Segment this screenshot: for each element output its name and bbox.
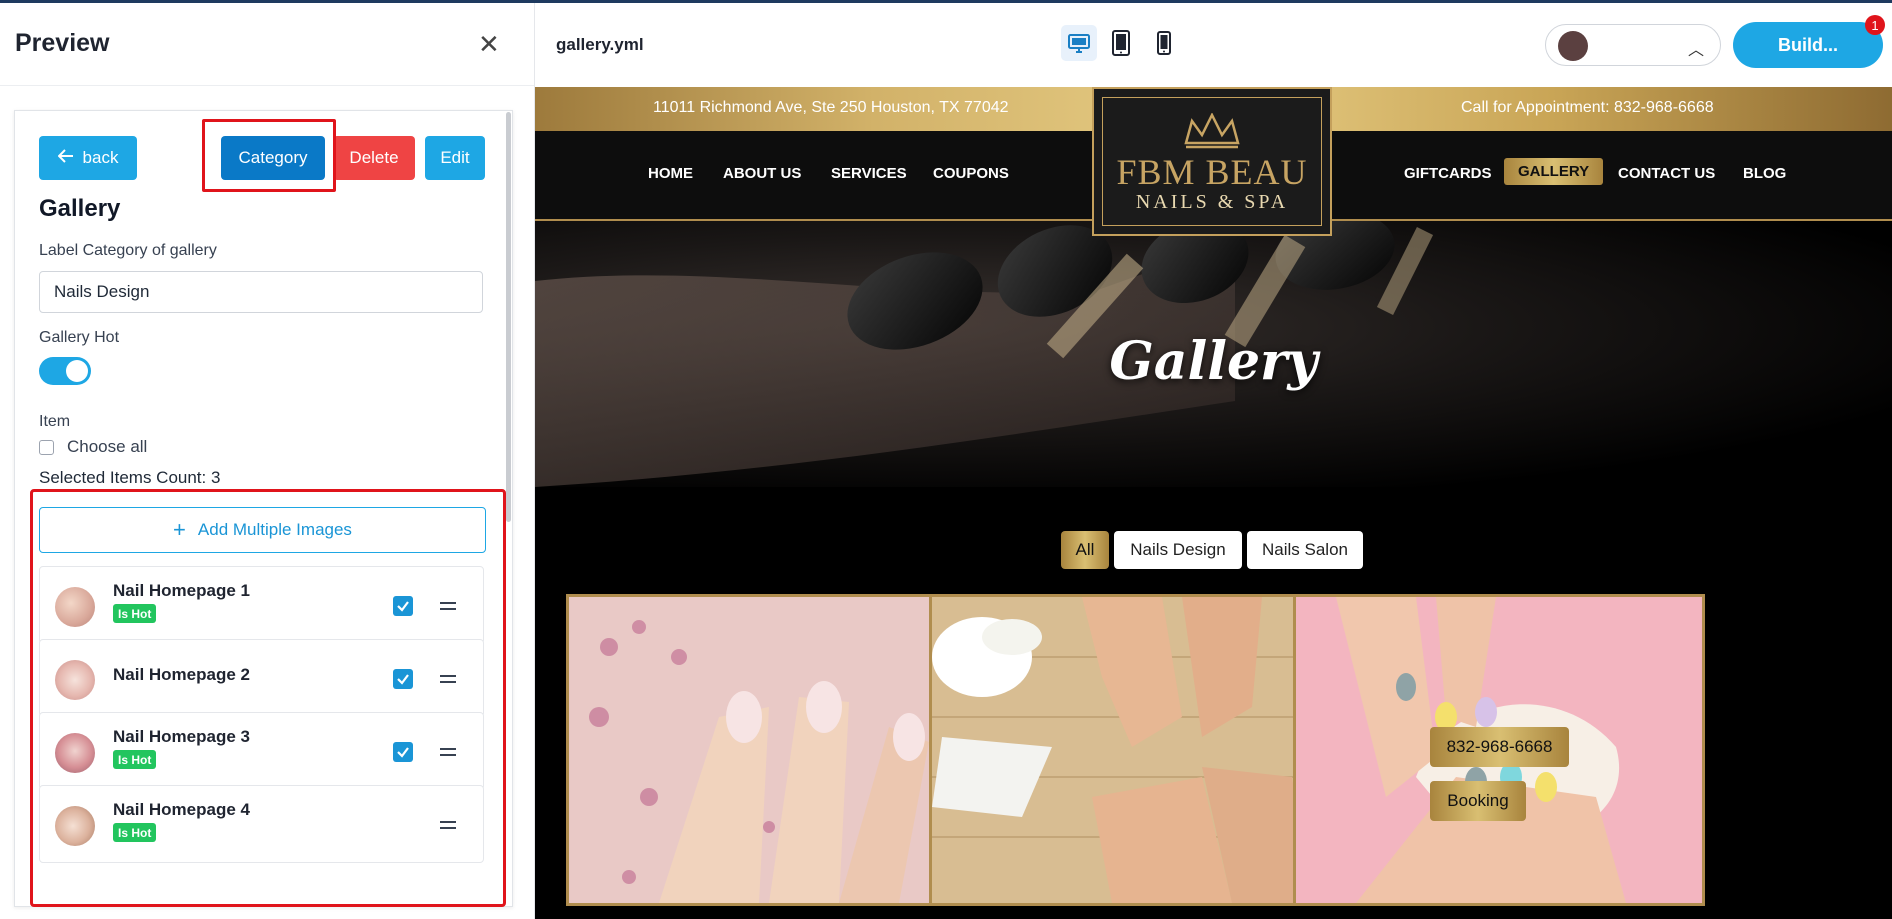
crown-icon	[1184, 113, 1240, 149]
edit-button[interactable]: Edit	[425, 136, 485, 180]
website-preview: 11011 Richmond Ave, Ste 250 Houston, TX …	[535, 87, 1892, 919]
label-category-label: Label Category of gallery	[39, 242, 217, 259]
drag-handle-icon[interactable]	[440, 602, 456, 614]
logo-title: FBM BEAU	[1116, 152, 1308, 192]
gallery-photo[interactable]	[929, 594, 1341, 906]
nav-gallery[interactable]: GALLERY	[1504, 158, 1604, 185]
list-item[interactable]: Nail Homepage 1 Is Hot	[39, 566, 484, 644]
booking-float-button[interactable]: Booking	[1430, 781, 1526, 821]
back-label: back	[82, 148, 119, 167]
item-checkbox[interactable]	[393, 742, 413, 762]
list-item[interactable]: Nail Homepage 3 Is Hot	[39, 712, 484, 790]
nav-services[interactable]: SERVICES	[831, 165, 907, 182]
choose-all-checkbox[interactable]	[39, 440, 54, 455]
item-name: Nail Homepage 3	[113, 727, 250, 746]
add-multiple-images-button[interactable]: + Add Multiple Images	[39, 507, 486, 553]
drag-handle-icon[interactable]	[440, 821, 456, 833]
label-category-input[interactable]	[39, 271, 483, 313]
item-checkbox[interactable]	[393, 596, 413, 616]
section-title: Gallery	[39, 195, 121, 222]
nav-blog[interactable]: BLOG	[1743, 165, 1786, 182]
filter-nails-design[interactable]: Nails Design	[1114, 531, 1242, 569]
item-name: Nail Homepage 2	[113, 665, 250, 684]
is-hot-badge: Is Hot	[113, 823, 157, 842]
item-name: Nail Homepage 1	[113, 581, 250, 600]
panel-scrollbar[interactable]	[506, 112, 511, 522]
nail-thumbnail-icon	[55, 587, 95, 627]
filter-nails-salon[interactable]: Nails Salon	[1247, 531, 1363, 569]
is-hot-badge: Is Hot	[113, 604, 157, 623]
hero-banner: Gallery	[535, 221, 1892, 487]
nav-giftcards[interactable]: GIFTCARDS	[1404, 165, 1492, 182]
filter-all[interactable]: All	[1061, 531, 1109, 569]
site-logo[interactable]: FBM BEAU NAILS & SPA	[1092, 87, 1332, 236]
nail-thumbnail-icon	[55, 660, 95, 700]
drag-handle-icon[interactable]	[440, 748, 456, 760]
choose-all-label: Choose all	[67, 437, 148, 456]
item-name: Nail Homepage 4	[113, 800, 250, 819]
list-item[interactable]: Nail Homepage 2	[39, 639, 484, 717]
toggle-knob	[66, 360, 88, 382]
desktop-icon[interactable]	[1061, 25, 1097, 61]
back-button[interactable]: back	[39, 136, 137, 180]
gallery-editor-card: back Category Delete Edit Gallery Label …	[14, 110, 513, 907]
hands-feet-image	[932, 597, 1338, 903]
add-multiple-label: Add Multiple Images	[197, 520, 352, 539]
avatar	[1558, 31, 1588, 61]
build-button[interactable]: Build...	[1733, 22, 1883, 68]
item-checkbox[interactable]	[393, 669, 413, 689]
address-text: 11011 Richmond Ave, Ste 250 Houston, TX …	[653, 99, 1009, 116]
selected-items-count: Selected Items Count: 3	[39, 468, 221, 487]
user-select[interactable]: ︿	[1545, 24, 1721, 66]
gallery-photo[interactable]	[566, 594, 978, 906]
notification-badge: 1	[1865, 15, 1885, 35]
mobile-icon[interactable]	[1146, 25, 1182, 61]
nav-coupons[interactable]: COUPONS	[933, 165, 1009, 182]
nav-about-us[interactable]: ABOUT US	[723, 165, 801, 182]
delete-button[interactable]: Delete	[333, 136, 415, 180]
gallery-hot-toggle[interactable]	[39, 357, 91, 385]
hero-title: Gallery	[1109, 331, 1318, 392]
plus-icon: +	[173, 517, 186, 542]
tablet-icon[interactable]	[1103, 25, 1139, 61]
gallery-hot-label: Gallery Hot	[39, 329, 120, 346]
arrow-left-icon	[57, 148, 74, 168]
nails-pearls-image	[569, 597, 975, 903]
chevron-up-icon: ︿	[1687, 42, 1704, 59]
file-name: gallery.yml	[556, 35, 644, 54]
item-label: Item	[39, 413, 71, 430]
close-icon[interactable]: ✕	[478, 31, 500, 57]
category-button[interactable]: Category	[221, 136, 325, 180]
nail-thumbnail-icon	[55, 806, 95, 846]
nav-contact-us[interactable]: CONTACT US	[1618, 165, 1715, 182]
drag-handle-icon[interactable]	[440, 675, 456, 687]
nail-thumbnail-icon	[55, 733, 95, 773]
preview-header: Preview ✕	[0, 3, 534, 86]
appointment-phone[interactable]: Call for Appointment: 832-968-6668	[1461, 99, 1714, 117]
nav-home[interactable]: HOME	[648, 165, 693, 182]
panel-title: Preview	[15, 29, 110, 57]
phone-float-button[interactable]: 832-968-6668	[1430, 727, 1569, 767]
is-hot-badge: Is Hot	[113, 750, 157, 769]
editor-toolbar: gallery.yml ︿ Build... 1	[535, 3, 1892, 88]
list-item[interactable]: Nail Homepage 4 Is Hot	[39, 785, 484, 863]
logo-subtitle: NAILS & SPA	[1135, 191, 1289, 213]
